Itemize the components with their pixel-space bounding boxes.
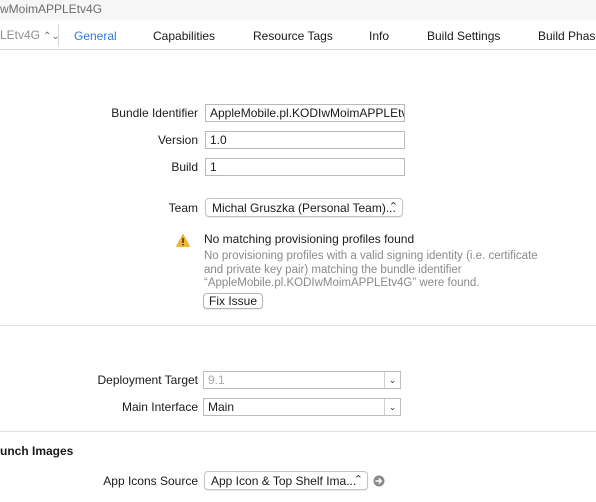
target-selector-label: LEtv4G <box>0 28 41 42</box>
team-popup[interactable]: Michal Gruszka (Personal Team)... ⌃ <box>205 198 403 217</box>
warning-message: No provisioning profiles with a valid si… <box>204 250 538 289</box>
deployment-target-value: 9.1 <box>208 373 225 387</box>
tab-divider <box>58 24 59 46</box>
arrow-circle-right-icon[interactable] <box>373 475 385 487</box>
main-interface-combo[interactable]: Main ⌄ <box>203 398 401 416</box>
main-interface-value: Main <box>208 400 235 414</box>
app-icons-source-popup[interactable]: App Icon & Top Shelf Ima... ⌃ <box>204 471 368 490</box>
chevron-updown-icon: ⌃ <box>353 474 363 486</box>
team-label: Team <box>168 201 198 215</box>
version-field[interactable]: 1.0 <box>205 131 405 149</box>
window-titlebar: wMoimAPPLEtv4G <box>0 0 596 20</box>
tab-capabilities[interactable]: Capabilities <box>153 29 215 43</box>
warning-triangle-icon <box>176 234 190 247</box>
build-label: Build <box>171 160 198 174</box>
fix-issue-button[interactable]: Fix Issue <box>203 293 264 309</box>
tab-general[interactable]: General <box>74 29 117 43</box>
section-divider <box>0 325 596 326</box>
tab-build-phases[interactable]: Build Phase <box>538 29 596 43</box>
tab-info[interactable]: Info <box>369 29 389 43</box>
chevron-down-icon[interactable]: ⌄ <box>384 372 400 388</box>
bundle-identifier-field[interactable]: AppleMobile.pl.KODIwMoimAPPLEtv4G <box>205 104 405 122</box>
team-popup-value: Michal Gruszka (Personal Team)... <box>212 201 396 215</box>
chevron-down-icon[interactable]: ⌄ <box>384 399 400 415</box>
version-label: Version <box>157 133 198 147</box>
warning-title: No matching provisioning profiles found <box>204 232 415 246</box>
deployment-target-combo[interactable]: 9.1 ⌄ <box>203 371 401 389</box>
window-title: wMoimAPPLEtv4G <box>0 2 103 16</box>
deployment-target-label: Deployment Target <box>97 373 199 387</box>
target-selector[interactable]: LEtv4G ⌃⌄ <box>0 28 60 42</box>
app-icons-source-value: App Icon & Top Shelf Ima... <box>211 474 357 488</box>
chevron-updown-icon: ⌃ <box>388 201 398 213</box>
tab-build-settings[interactable]: Build Settings <box>427 29 500 43</box>
launch-images-section-title: unch Images <box>0 444 74 458</box>
bundle-identifier-label: Bundle Identifier <box>111 106 198 120</box>
section-divider <box>0 431 596 432</box>
main-interface-label: Main Interface <box>121 400 198 414</box>
build-field[interactable]: 1 <box>205 158 405 176</box>
editor-tab-bar: LEtv4G ⌃⌄ General Capabilities Resource T… <box>0 20 596 50</box>
tab-resource-tags[interactable]: Resource Tags <box>253 29 333 43</box>
app-icons-source-label: App Icons Source <box>103 474 198 488</box>
